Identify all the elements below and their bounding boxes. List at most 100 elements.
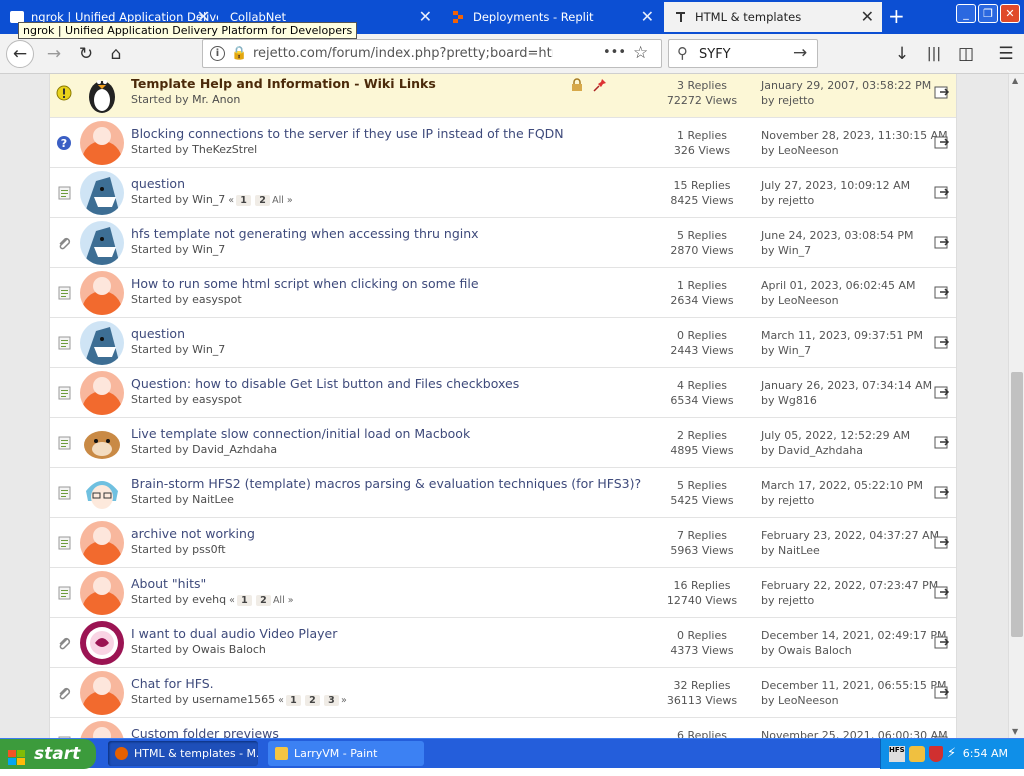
all-pages-link[interactable]: All » bbox=[272, 195, 293, 206]
restore-button[interactable]: ❐ bbox=[978, 4, 998, 23]
last-poster-link[interactable]: LeoNeeson bbox=[778, 294, 839, 307]
topic-subject-link[interactable]: Live template slow connection/initial lo… bbox=[131, 426, 470, 441]
search-input[interactable]: SYFY bbox=[699, 47, 731, 62]
last-poster-link[interactable]: NaitLee bbox=[778, 544, 820, 557]
menu-icon[interactable]: ☰ bbox=[994, 42, 1018, 66]
last-post-date[interactable]: March 11, 2023, 09:37:51 PM bbox=[761, 328, 923, 343]
download-icon[interactable]: ↓ bbox=[890, 42, 914, 66]
topic-subject-link[interactable]: question bbox=[131, 326, 185, 341]
avatar[interactable] bbox=[80, 521, 124, 565]
last-poster-link[interactable]: LeoNeeson bbox=[778, 694, 839, 707]
last-post-icon[interactable] bbox=[934, 634, 950, 650]
last-post-icon[interactable] bbox=[934, 184, 950, 200]
scrollbar-thumb[interactable] bbox=[1011, 372, 1023, 637]
topic-subject-link[interactable]: Custom folder previews bbox=[131, 726, 279, 738]
last-post-date[interactable]: November 25, 2021, 06:00:30 AM bbox=[761, 728, 948, 738]
url-text[interactable]: rejetto.com/forum/index.php?pretty;board… bbox=[253, 46, 553, 61]
topic-subject-link[interactable]: Brain-storm HFS2 (template) macros parsi… bbox=[131, 476, 641, 491]
starter-name-link[interactable]: evehq bbox=[192, 593, 226, 606]
shield-icon[interactable] bbox=[929, 746, 943, 762]
topic-subject-link[interactable]: hfs template not generating when accessi… bbox=[131, 226, 479, 241]
last-post-date[interactable]: February 23, 2022, 04:37:27 AM bbox=[761, 528, 939, 543]
topic-subject-link[interactable]: Chat for HFS. bbox=[131, 676, 214, 691]
insecure-lock-icon[interactable]: 🔒 bbox=[231, 46, 247, 61]
avatar[interactable] bbox=[80, 221, 124, 265]
last-post-icon[interactable] bbox=[934, 684, 950, 700]
reload-icon[interactable]: ↻ bbox=[74, 42, 98, 66]
topic-subject-link[interactable]: archive not working bbox=[131, 526, 255, 541]
avatar[interactable] bbox=[80, 621, 124, 665]
library-icon[interactable]: ||| bbox=[922, 42, 946, 66]
avatar[interactable] bbox=[80, 321, 124, 365]
starter-name-link[interactable]: TheKezStrel bbox=[192, 143, 257, 156]
avatar[interactable] bbox=[80, 571, 124, 615]
tab-replit[interactable]: Deployments - Replit ✕ bbox=[442, 2, 662, 32]
last-post-date[interactable]: June 24, 2023, 03:08:54 PM bbox=[761, 228, 913, 243]
last-post-icon[interactable] bbox=[934, 234, 950, 250]
last-post-icon[interactable] bbox=[934, 534, 950, 550]
last-post-icon[interactable] bbox=[934, 84, 950, 100]
scrollbar[interactable]: ▲ ▼ bbox=[1008, 74, 1024, 738]
address-bar[interactable]: i 🔒 rejetto.com/forum/index.php?pretty;b… bbox=[202, 39, 662, 68]
new-tab-icon[interactable]: + bbox=[888, 6, 905, 26]
search-box[interactable]: ⚲ SYFY → bbox=[668, 39, 818, 68]
tray-app-icon[interactable] bbox=[909, 746, 925, 762]
avatar[interactable] bbox=[80, 421, 124, 465]
last-post-date[interactable]: March 17, 2022, 05:22:10 PM bbox=[761, 478, 923, 493]
starter-name-link[interactable]: NaitLee bbox=[192, 493, 234, 506]
avatar[interactable] bbox=[80, 671, 124, 715]
all-pages-link[interactable]: All » bbox=[273, 595, 294, 606]
last-poster-link[interactable]: Owais Baloch bbox=[778, 644, 852, 657]
start-button[interactable]: start bbox=[0, 739, 96, 769]
topic-subject-link[interactable]: Question: how to disable Get List button… bbox=[131, 376, 519, 391]
page-link[interactable]: 2 bbox=[255, 195, 271, 206]
page-link[interactable]: 1 bbox=[236, 195, 252, 206]
scroll-down-icon[interactable]: ▼ bbox=[1012, 727, 1018, 736]
network-icon[interactable]: ⚡ bbox=[947, 746, 963, 762]
last-poster-link[interactable]: rejetto bbox=[778, 94, 814, 107]
last-poster-link[interactable]: rejetto bbox=[778, 194, 814, 207]
next-pages-link[interactable]: » bbox=[341, 695, 347, 706]
hfs-tray-icon[interactable]: HFS bbox=[889, 746, 905, 762]
starter-name-link[interactable]: Win_7 bbox=[192, 343, 225, 356]
last-poster-link[interactable]: rejetto bbox=[778, 494, 814, 507]
info-icon[interactable]: i bbox=[210, 46, 225, 61]
last-post-date[interactable]: January 29, 2007, 03:58:22 PM bbox=[761, 78, 931, 93]
starter-name-link[interactable]: Mr. Anon bbox=[192, 93, 240, 106]
home-icon[interactable]: ⌂ bbox=[104, 42, 128, 66]
last-post-date[interactable]: November 28, 2023, 11:30:15 AM bbox=[761, 128, 948, 143]
taskbar-item-browser[interactable]: HTML & templates - M... bbox=[108, 741, 258, 766]
starter-name-link[interactable]: easyspot bbox=[192, 393, 242, 406]
last-post-icon[interactable] bbox=[934, 584, 950, 600]
page-link[interactable]: 3 bbox=[323, 695, 339, 706]
last-post-date[interactable]: December 11, 2021, 06:55:15 PM bbox=[761, 678, 947, 693]
search-go-arrow-icon[interactable]: → bbox=[793, 43, 807, 63]
page-link[interactable]: 1 bbox=[236, 595, 252, 606]
topic-subject-link[interactable]: question bbox=[131, 176, 185, 191]
page-link[interactable]: 2 bbox=[304, 695, 320, 706]
close-tab-icon[interactable]: ✕ bbox=[419, 9, 432, 25]
starter-name-link[interactable]: Win_7 bbox=[192, 243, 225, 256]
last-post-icon[interactable] bbox=[934, 434, 950, 450]
last-post-date[interactable]: January 26, 2023, 07:34:14 AM bbox=[761, 378, 932, 393]
avatar[interactable] bbox=[80, 721, 124, 738]
avatar[interactable] bbox=[80, 171, 124, 215]
starter-name-link[interactable]: username1565 bbox=[192, 693, 275, 706]
bookmark-star-icon[interactable]: ☆ bbox=[633, 43, 648, 63]
last-poster-link[interactable]: LeoNeeson bbox=[778, 144, 839, 157]
last-post-icon[interactable] bbox=[934, 284, 950, 300]
last-post-icon[interactable] bbox=[934, 334, 950, 350]
last-post-date[interactable]: February 22, 2022, 07:23:47 PM bbox=[761, 578, 938, 593]
tab-html-templates[interactable]: HTML & templates ✕ bbox=[664, 2, 882, 32]
page-link[interactable]: 2 bbox=[255, 595, 271, 606]
taskbar-item-paint[interactable]: LarryVM - Paint bbox=[268, 741, 424, 766]
last-post-date[interactable]: December 14, 2021, 02:49:17 PM bbox=[761, 628, 947, 643]
last-poster-link[interactable]: David_Azhdaha bbox=[778, 444, 863, 457]
starter-name-link[interactable]: pss0ft bbox=[192, 543, 225, 556]
topic-subject-link[interactable]: Template Help and Information - Wiki Lin… bbox=[131, 76, 436, 91]
sidebar-icon[interactable]: ◫ bbox=[954, 42, 978, 66]
last-poster-link[interactable]: Win_7 bbox=[778, 244, 811, 257]
last-poster-link[interactable]: Win_7 bbox=[778, 344, 811, 357]
avatar[interactable] bbox=[80, 471, 124, 515]
scroll-up-icon[interactable]: ▲ bbox=[1012, 76, 1018, 85]
